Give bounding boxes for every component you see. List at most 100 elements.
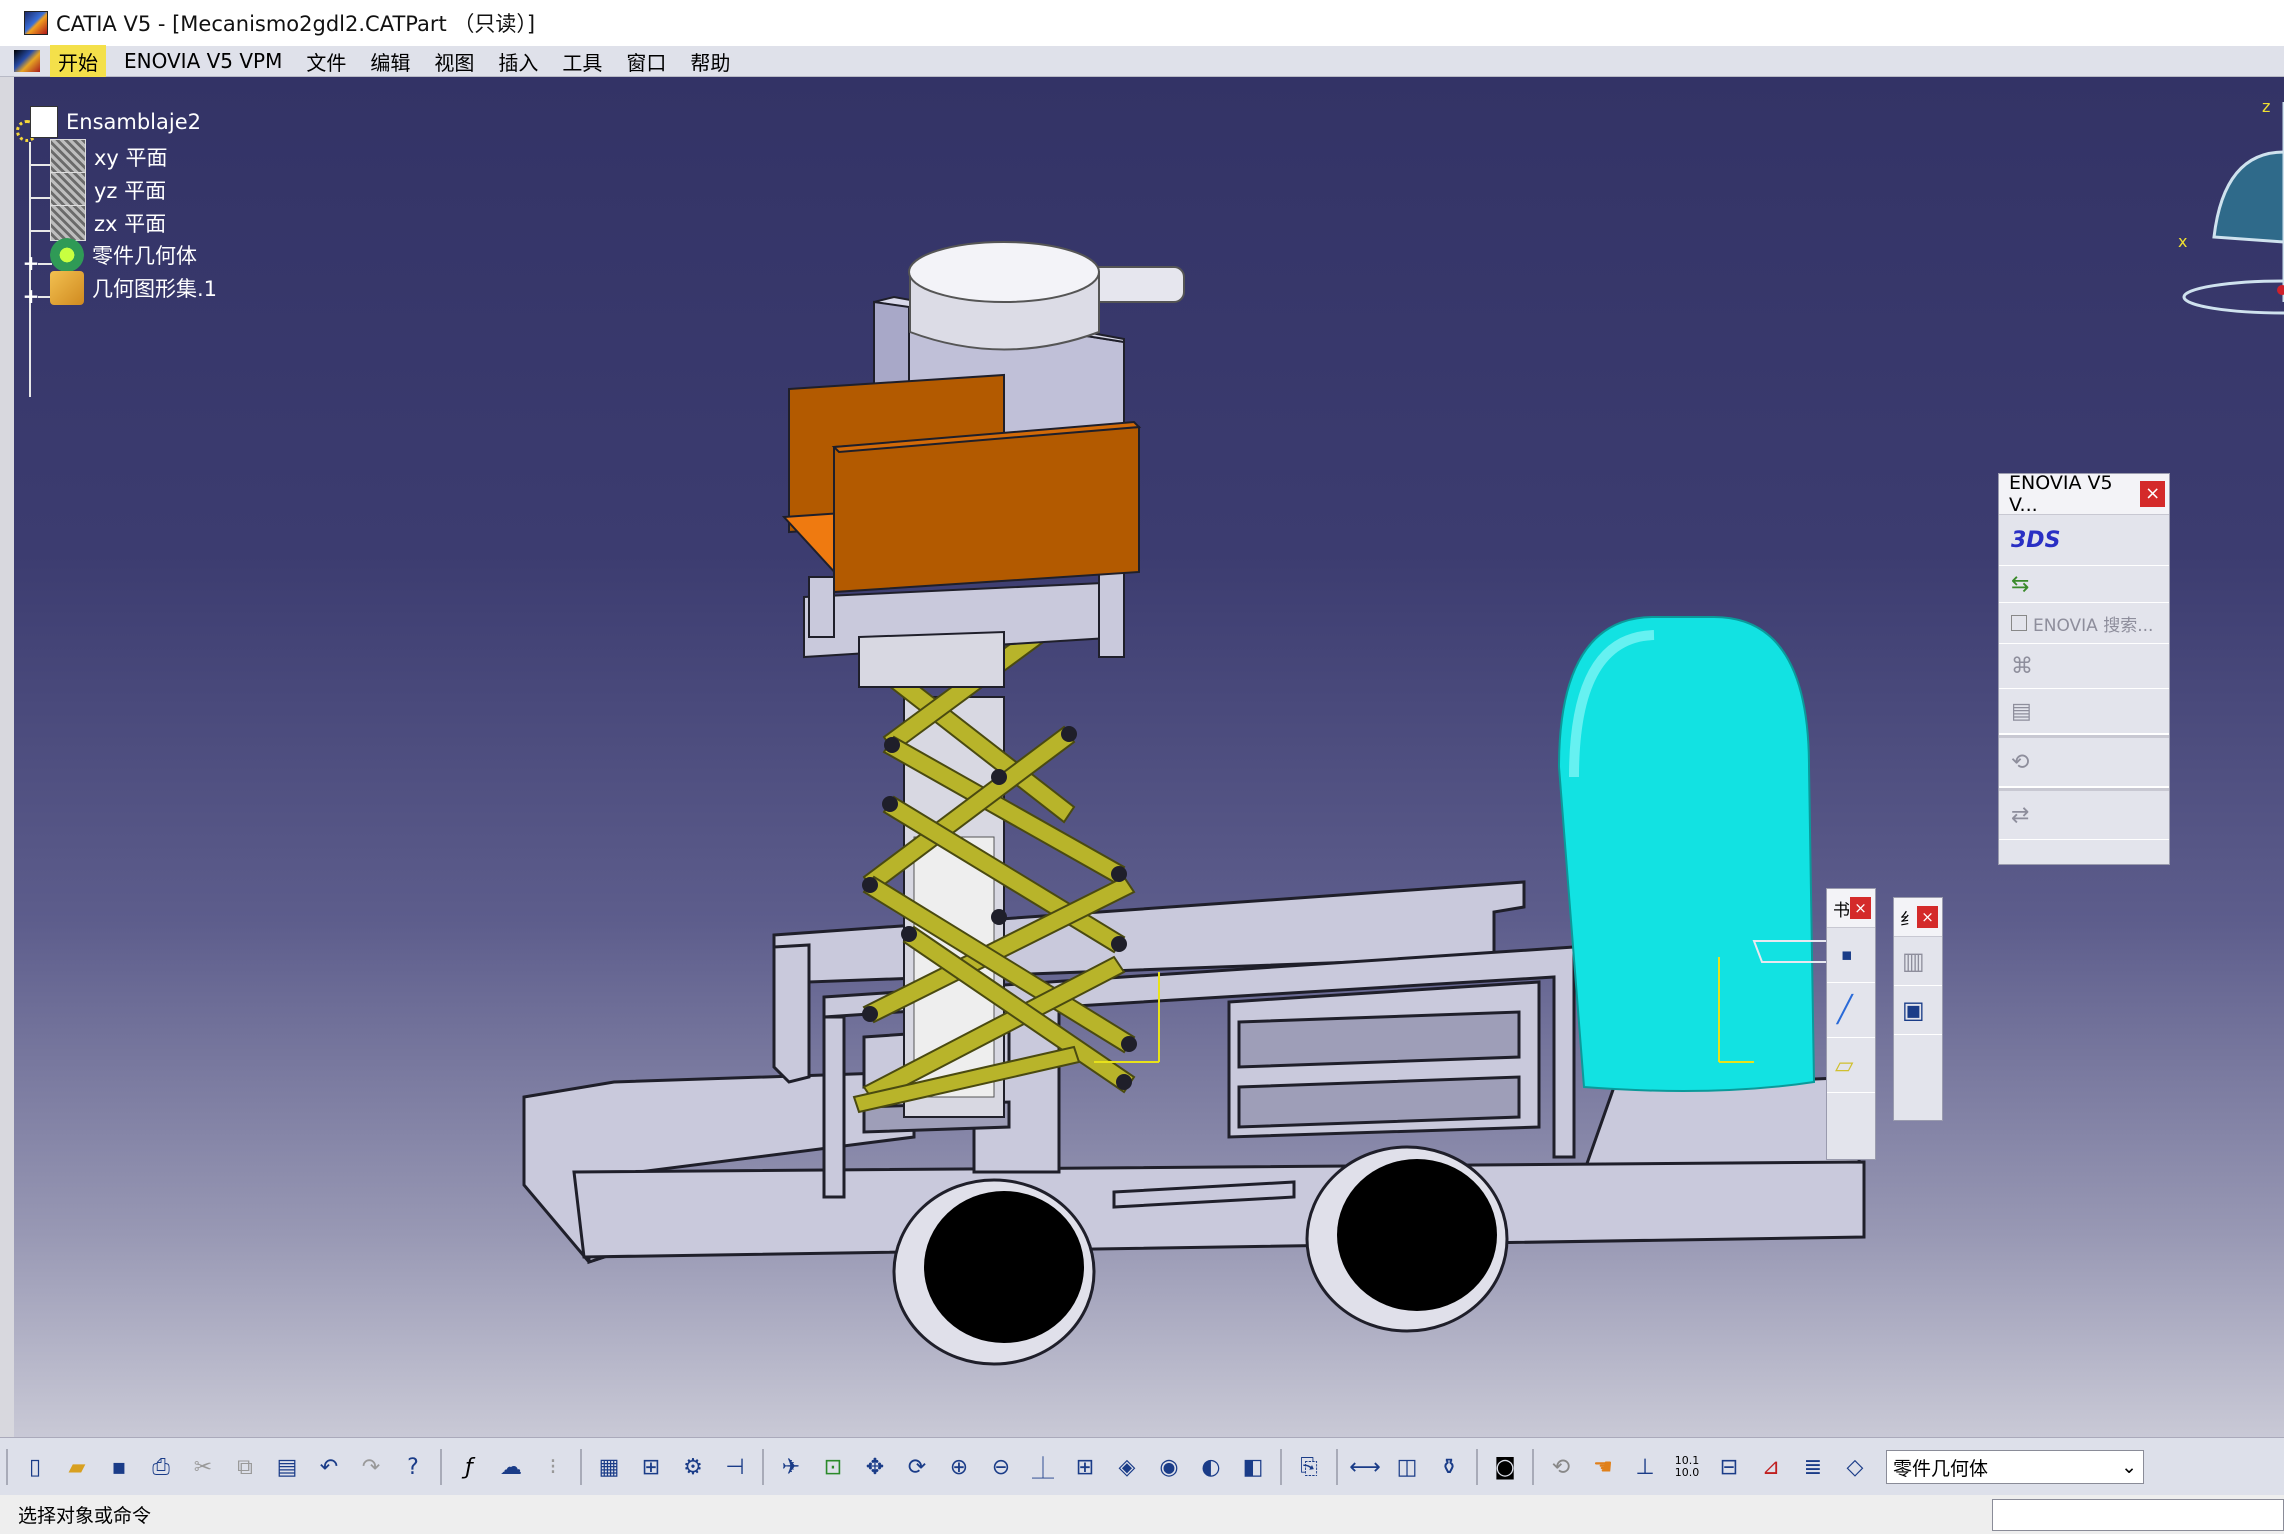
capture-camera-icon[interactable]: ◙ xyxy=(1489,1451,1521,1483)
hide-show-icon[interactable]: ◐ xyxy=(1195,1451,1227,1483)
enovia-send-button[interactable]: ⇆ xyxy=(1999,566,2169,603)
catalog-icon[interactable]: ⚙ xyxy=(677,1451,709,1483)
formula-icon[interactable]: ƒ xyxy=(453,1451,485,1483)
save-icon[interactable]: ▪ xyxy=(103,1451,135,1483)
tree-root-label: Ensamblaje2 xyxy=(66,110,201,134)
boolean-icon[interactable]: ⊿ xyxy=(1755,1451,1787,1483)
whats-this-icon[interactable]: ? xyxy=(397,1451,429,1483)
zoom-in-icon[interactable]: ⊕ xyxy=(943,1451,975,1483)
enovia-send-icon: ⇆ xyxy=(2011,571,2030,597)
menu-edit[interactable]: 编辑 xyxy=(358,45,422,78)
zoom-out-icon[interactable]: ⊖ xyxy=(985,1451,1017,1483)
tree-branch xyxy=(30,230,50,232)
swap-space-icon[interactable]: ◧ xyxy=(1237,1451,1269,1483)
tree-root-node[interactable]: Ensamblaje2 xyxy=(16,106,201,142)
cut-icon[interactable]: ✂ xyxy=(187,1451,219,1483)
point-button[interactable]: ▪ xyxy=(1827,928,1875,983)
menu-view[interactable]: 视图 xyxy=(422,45,486,78)
enovia-search-button[interactable]: ENOVIA 搜索... xyxy=(1999,603,2169,644)
new-file-icon[interactable]: ▯ xyxy=(19,1451,51,1483)
menu-tools[interactable]: 工具 xyxy=(550,45,614,78)
sketch-toolbar[interactable]: 纟 × ▥ ▣ xyxy=(1893,897,1943,1121)
menu-help[interactable]: 帮助 xyxy=(678,45,742,78)
close-icon[interactable]: × xyxy=(2140,481,2165,507)
enovia-save-button[interactable]: ▤ xyxy=(1999,689,2169,734)
sketch-toolbar-title: 纟 xyxy=(1900,909,1917,930)
pan-icon[interactable]: ✥ xyxy=(859,1451,891,1483)
positioned-sketch-button[interactable]: ▥ xyxy=(1894,937,1942,986)
undo-icon[interactable]: ↶ xyxy=(313,1451,345,1483)
window-title: CATIA V5 - [Mecanismo2gdl2.CATPart （只读）] xyxy=(56,12,536,36)
command-input[interactable] xyxy=(1992,1499,2284,1531)
sketch-plane-button[interactable]: ▣ xyxy=(1894,986,1942,1035)
close-icon[interactable]: × xyxy=(1917,906,1938,928)
measure-inertia-icon[interactable]: ⚱ xyxy=(1433,1451,1465,1483)
left-splitter[interactable] xyxy=(0,77,15,1437)
enovia-tree-button[interactable]: ⌘ xyxy=(1999,644,2169,689)
menu-file[interactable]: 文件 xyxy=(294,45,358,78)
tree-item-label: xy 平面 xyxy=(94,146,168,170)
insert-body-icon[interactable]: ⊟ xyxy=(1713,1451,1745,1483)
measure-item-icon[interactable]: ◫ xyxy=(1391,1451,1423,1483)
menu-insert[interactable]: 插入 xyxy=(486,45,550,78)
ds-enovia-logo-icon: 3DS xyxy=(2011,527,2061,553)
table-icon[interactable]: ▦ xyxy=(593,1451,625,1483)
tree-branch xyxy=(30,197,50,199)
tree-item-part-body[interactable]: 零件几何体 xyxy=(50,238,197,272)
surface-icon[interactable]: ◇ xyxy=(1839,1451,1871,1483)
tree-item-zx-plane[interactable]: zx 平面 xyxy=(50,205,166,241)
menu-enovia-vpm[interactable]: ENOVIA V5 VPM xyxy=(112,47,294,75)
compass-z-label: z xyxy=(2262,97,2270,116)
line-button[interactable]: ╱ xyxy=(1827,983,1875,1038)
wireframe-toolbar-header[interactable]: 书 × xyxy=(1827,889,1875,928)
title-bar: CATIA V5 - [Mecanismo2gdl2.CATPart （只读）] xyxy=(0,0,2284,47)
normal-view-icon[interactable]: ⏊ xyxy=(1027,1451,1059,1483)
rotate-icon[interactable]: ⟳ xyxy=(901,1451,933,1483)
catia-logo-icon[interactable] xyxy=(14,50,40,72)
enovia-toolbar[interactable]: ENOVIA V5 V... × 3DS ⇆ ENOVIA 搜索... ⌘ ▤ … xyxy=(1998,472,2170,865)
isometric-view-icon[interactable]: ◈ xyxy=(1111,1451,1143,1483)
paste-icon[interactable]: ▤ xyxy=(271,1451,303,1483)
enovia-refresh-button[interactable]: ⟲ xyxy=(1999,738,2169,787)
toolbar-grip[interactable] xyxy=(6,1449,8,1485)
axis-system-icon[interactable]: ⊥ xyxy=(1629,1451,1661,1483)
copy-icon[interactable]: ⧉ xyxy=(229,1451,261,1483)
tree-item-geometrical-set[interactable]: 几何图形集.1 xyxy=(50,271,217,305)
ratio-icon[interactable]: 10.1 10.0 xyxy=(1671,1451,1703,1483)
close-icon[interactable]: × xyxy=(1850,897,1871,919)
part-design-icon[interactable]: ≣ xyxy=(1797,1451,1829,1483)
tree-structure-icon: ⌘ xyxy=(2011,653,2033,679)
measure-between-icon[interactable]: ⟷ xyxy=(1349,1451,1381,1483)
plane-button[interactable]: ▱ xyxy=(1827,1038,1875,1093)
compass[interactable]: z x xyxy=(2174,92,2284,322)
update-icon[interactable]: ⟲ xyxy=(1545,1451,1577,1483)
sketch-toolbar-header[interactable]: 纟 × xyxy=(1894,898,1942,937)
model-3d-drawing[interactable] xyxy=(14,77,2284,1437)
knowledge-advisor-icon[interactable]: ☁ xyxy=(495,1451,527,1483)
measure-icon[interactable]: ⊣ xyxy=(719,1451,751,1483)
hierarchy-icon[interactable]: ⊞ xyxy=(635,1451,667,1483)
wireframe-toolbar[interactable]: 书 × ▪ ╱ ▱ xyxy=(1826,888,1876,1160)
fit-all-icon[interactable]: ⊡ xyxy=(817,1451,849,1483)
menu-start[interactable]: 开始 xyxy=(50,44,106,78)
sync-icon: ⇄ xyxy=(2011,802,2030,828)
menu-window[interactable]: 窗口 xyxy=(614,45,678,78)
manipulate-hand-icon[interactable]: ☚ xyxy=(1587,1451,1619,1483)
3d-viewport[interactable]: Ensamblaje2 xy 平面 yz 平面 zx 平面 + 零件几何体 + … xyxy=(14,77,2284,1437)
tree-item-yz-plane[interactable]: yz 平面 xyxy=(50,172,166,208)
tree-item-xy-plane[interactable]: xy 平面 xyxy=(50,139,168,175)
geometrical-set-icon xyxy=(50,271,84,305)
fly-mode-icon[interactable]: ✈ xyxy=(775,1451,807,1483)
enovia-sync-button[interactable]: ⇄ xyxy=(1999,791,2169,840)
enovia-toolbar-title: ENOVIA V5 V... xyxy=(2009,472,2113,516)
shading-icon[interactable]: ◉ xyxy=(1153,1451,1185,1483)
print-icon[interactable]: ⎙ xyxy=(145,1451,177,1483)
enovia-logo-button[interactable]: 3DS xyxy=(1999,515,2169,566)
scan-icon[interactable]: ⎘ xyxy=(1293,1451,1325,1483)
open-folder-icon[interactable]: ▰ xyxy=(61,1451,93,1483)
multi-view-icon[interactable]: ⊞ xyxy=(1069,1451,1101,1483)
parameter-icon[interactable]: ⁝ xyxy=(537,1451,569,1483)
current-body-dropdown[interactable]: 零件几何体 ⌄ xyxy=(1886,1450,2144,1484)
enovia-toolbar-header[interactable]: ENOVIA V5 V... × xyxy=(1999,472,2169,516)
redo-icon[interactable]: ↷ xyxy=(355,1451,387,1483)
